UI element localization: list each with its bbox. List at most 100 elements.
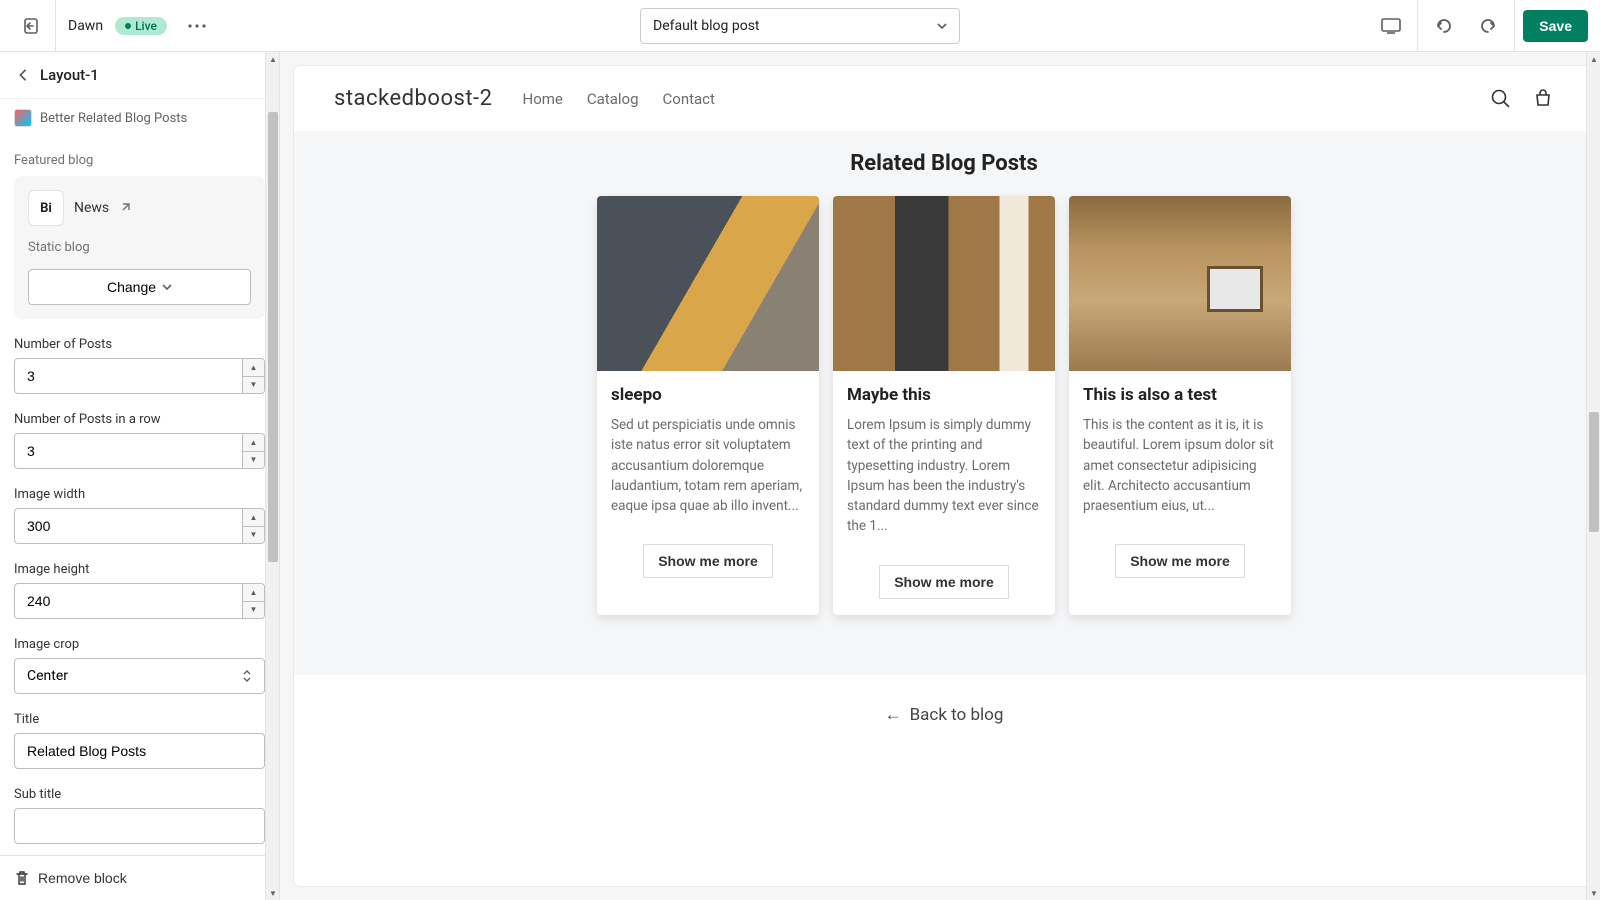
- post-image[interactable]: [833, 196, 1055, 371]
- store-header: stackedboost-2 Home Catalog Contact: [294, 66, 1594, 131]
- sidebar-title: Layout-1: [40, 66, 99, 84]
- chevron-down-icon: [162, 284, 172, 290]
- trash-icon: [14, 870, 30, 886]
- more-icon: [188, 24, 206, 28]
- sidebar-header: Layout-1: [0, 52, 279, 99]
- sidebar-scrollbar[interactable]: ▲ ▼: [265, 52, 279, 900]
- subtitle-label: Sub title: [14, 787, 265, 802]
- scroll-down-icon[interactable]: ▼: [266, 886, 280, 900]
- related-section: Related Blog Posts sleepo Sed ut perspic…: [294, 131, 1594, 675]
- spinner[interactable]: ▲▼: [242, 584, 264, 618]
- nav-link[interactable]: Contact: [663, 90, 715, 108]
- exit-button[interactable]: [8, 0, 56, 52]
- post-image[interactable]: [1069, 196, 1291, 371]
- app-row: Better Related Blog Posts: [0, 99, 279, 137]
- back-to-blog-link[interactable]: ←Back to blog: [294, 675, 1594, 765]
- blog-name[interactable]: News: [74, 200, 109, 216]
- img-height-label: Image height: [14, 562, 265, 577]
- featured-blog-label: Featured blog: [14, 153, 265, 168]
- post-image[interactable]: [597, 196, 819, 371]
- scrollbar-thumb[interactable]: [1589, 412, 1599, 532]
- img-crop-select[interactable]: Center: [14, 658, 265, 694]
- undo-icon: [1435, 17, 1453, 35]
- show-more-button[interactable]: Show me more: [643, 544, 773, 578]
- live-label: Live: [135, 19, 157, 33]
- scroll-down-icon[interactable]: ▼: [1587, 886, 1600, 900]
- spinner-down-icon[interactable]: ▼: [243, 602, 264, 619]
- redo-icon: [1479, 17, 1497, 35]
- subtitle-input[interactable]: [14, 808, 265, 844]
- post-title[interactable]: This is also a test: [1083, 385, 1277, 405]
- arrow-left-icon: ←: [885, 705, 902, 725]
- spinner-up-icon[interactable]: ▲: [243, 434, 264, 452]
- title-label: Title: [14, 712, 265, 727]
- spinner[interactable]: ▲▼: [242, 434, 264, 468]
- template-select[interactable]: Default blog post: [640, 8, 960, 44]
- more-button[interactable]: [179, 8, 215, 44]
- live-dot-icon: [125, 23, 131, 29]
- viewport-button[interactable]: [1373, 8, 1409, 44]
- app-name: Better Related Blog Posts: [40, 111, 187, 126]
- spinner[interactable]: ▲▼: [242, 509, 264, 543]
- save-button[interactable]: Save: [1523, 10, 1588, 42]
- chevron-left-icon[interactable]: [16, 68, 30, 82]
- show-more-button[interactable]: Show me more: [879, 565, 1009, 599]
- related-title: Related Blog Posts: [334, 151, 1554, 176]
- live-badge: Live: [115, 17, 167, 35]
- spinner-down-icon[interactable]: ▼: [243, 377, 264, 394]
- spinner-down-icon[interactable]: ▼: [243, 452, 264, 469]
- divider: [1417, 0, 1418, 52]
- blog-sub: Static blog: [28, 240, 251, 255]
- theme-name: Dawn: [68, 18, 103, 34]
- store-logo[interactable]: stackedboost-2: [334, 86, 493, 111]
- template-label: Default blog post: [653, 18, 760, 34]
- external-link-icon[interactable]: [119, 202, 131, 214]
- select-arrows-icon: [242, 669, 252, 683]
- num-row-input[interactable]: [14, 433, 265, 469]
- nav-link[interactable]: Catalog: [587, 90, 639, 108]
- scrollbar-thumb[interactable]: [268, 112, 278, 562]
- change-button[interactable]: Change: [28, 269, 251, 305]
- sidebar: Layout-1 Better Related Blog Posts Featu…: [0, 52, 280, 900]
- post-title[interactable]: sleepo: [611, 385, 805, 405]
- num-posts-label: Number of Posts: [14, 337, 265, 352]
- img-crop-label: Image crop: [14, 637, 265, 652]
- app-icon: [14, 109, 32, 127]
- spinner-up-icon[interactable]: ▲: [243, 359, 264, 377]
- exit-icon: [22, 16, 42, 36]
- img-width-input[interactable]: [14, 508, 265, 544]
- blog-icon: Bi: [28, 190, 64, 226]
- num-posts-input[interactable]: [14, 358, 265, 394]
- preview-pane: stackedboost-2 Home Catalog Contact Rela…: [294, 66, 1594, 886]
- blog-box: Bi News Static blog Change: [14, 176, 265, 319]
- cart-icon[interactable]: [1532, 88, 1554, 110]
- search-icon[interactable]: [1490, 88, 1512, 110]
- post-card: This is also a test This is the content …: [1069, 196, 1291, 615]
- spinner-up-icon[interactable]: ▲: [243, 509, 264, 527]
- spinner-down-icon[interactable]: ▼: [243, 527, 264, 544]
- store-nav: Home Catalog Contact: [523, 90, 715, 108]
- desktop-icon: [1381, 18, 1401, 34]
- divider: [1514, 0, 1515, 52]
- post-title[interactable]: Maybe this: [847, 385, 1041, 405]
- post-card: sleepo Sed ut perspiciatis unde omnis is…: [597, 196, 819, 615]
- post-excerpt: Sed ut perspiciatis unde omnis iste natu…: [611, 415, 805, 516]
- img-height-input[interactable]: [14, 583, 265, 619]
- topbar: Dawn Live Default blog post Save: [0, 0, 1600, 52]
- show-more-button[interactable]: Show me more: [1115, 544, 1245, 578]
- redo-button[interactable]: [1470, 8, 1506, 44]
- chevron-down-icon: [937, 23, 947, 29]
- remove-block-button[interactable]: Remove block: [14, 870, 127, 886]
- post-excerpt: Lorem Ipsum is simply dummy text of the …: [847, 415, 1041, 537]
- post-card: Maybe this Lorem Ipsum is simply dummy t…: [833, 196, 1055, 615]
- title-input[interactable]: [14, 733, 265, 769]
- scroll-up-icon[interactable]: ▲: [1587, 52, 1600, 66]
- spinner-up-icon[interactable]: ▲: [243, 584, 264, 602]
- img-width-label: Image width: [14, 487, 265, 502]
- scroll-up-icon[interactable]: ▲: [266, 52, 280, 66]
- preview-scrollbar[interactable]: ▲ ▼: [1586, 52, 1600, 900]
- spinner[interactable]: ▲▼: [242, 359, 264, 393]
- post-excerpt: This is the content as it is, it is beau…: [1083, 415, 1277, 516]
- nav-link[interactable]: Home: [523, 90, 563, 108]
- undo-button[interactable]: [1426, 8, 1462, 44]
